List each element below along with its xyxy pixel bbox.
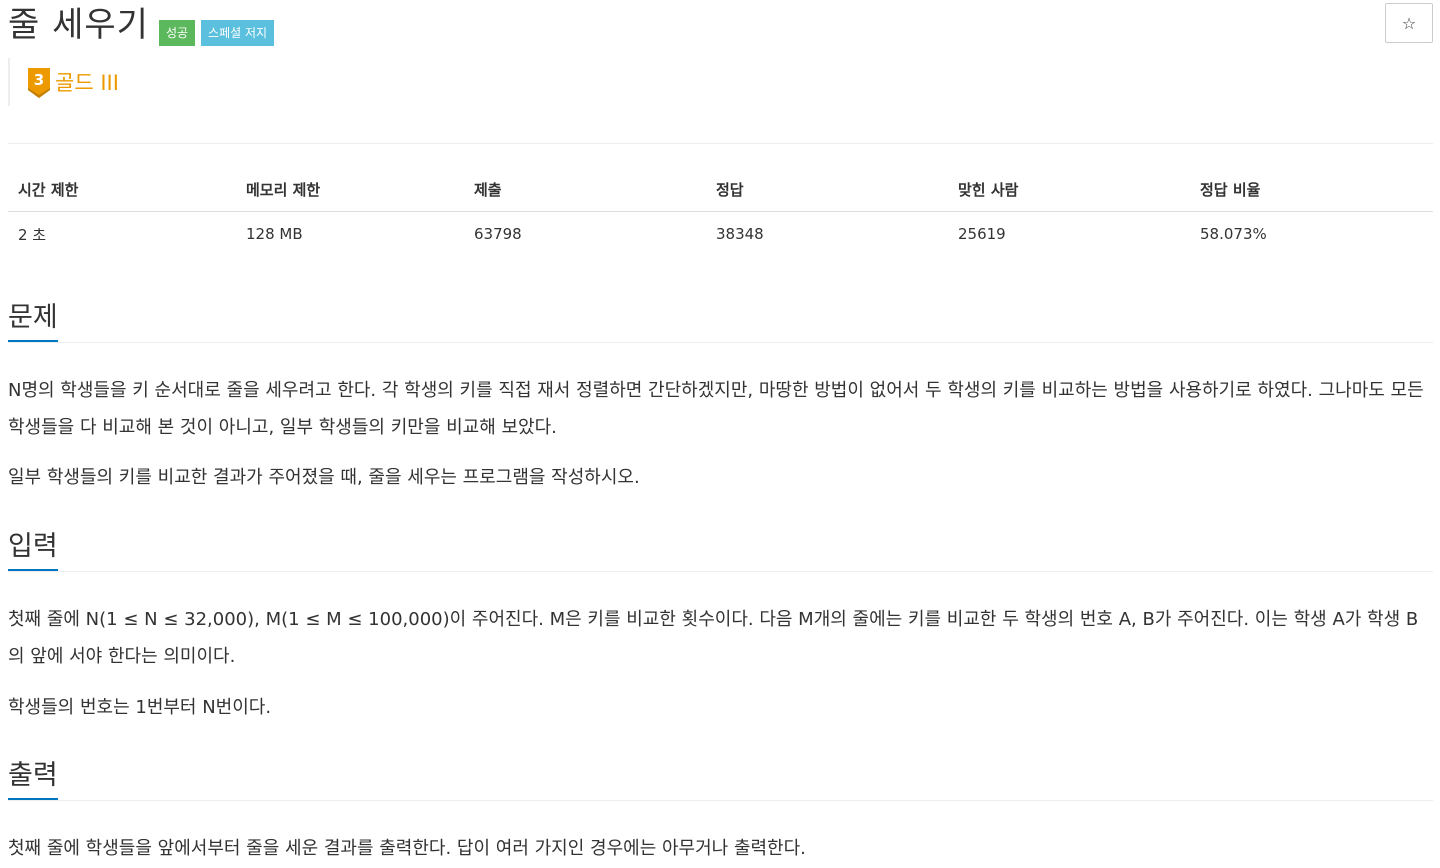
special-judge-badge: 스페셜 저지 [201, 20, 275, 46]
header-solved-users: 맞힌 사람 [948, 167, 1190, 212]
header-memory-limit: 메모리 제한 [236, 167, 464, 212]
problem-title-row: 줄 세우기 성공 스페셜 저지 [8, 0, 275, 50]
output-section-header: 출력 [8, 756, 1433, 801]
input-paragraph-1: 첫째 줄에 N(1 ≤ N ≤ 32,000), M(1 ≤ M ≤ 100,0… [8, 609, 1419, 667]
star-icon: ☆ [1401, 13, 1417, 33]
gold-tier-icon: 3 [28, 68, 50, 98]
output-heading: 출력 [8, 756, 58, 800]
divider [8, 143, 1433, 144]
input-section-header: 입력 [8, 527, 1433, 572]
value-solved-users: 25619 [958, 225, 1006, 243]
value-time-limit: 2 초 [18, 225, 47, 244]
output-paragraph-1: 첫째 줄에 학생들을 앞에서부터 줄을 세운 결과를 출력한다. 답이 여러 가… [8, 838, 806, 859]
description-paragraph-2: 일부 학생들의 키를 비교한 결과가 주어졌을 때, 줄을 세우는 프로그램을 … [8, 467, 640, 488]
header-accepted: 정답 [706, 167, 948, 212]
favorite-star-button[interactable]: ☆ [1385, 3, 1433, 43]
description-section-header: 문제 [8, 298, 1433, 343]
input-heading: 입력 [8, 527, 58, 571]
value-submissions: 63798 [474, 225, 522, 243]
value-accepted: 38348 [716, 225, 764, 243]
table-row: 2 초 128 MB 63798 38348 25619 58.073% [8, 212, 1433, 257]
description-heading: 문제 [8, 298, 58, 342]
tier-indicator: 3 골드 III [8, 58, 119, 106]
header-submissions: 제출 [464, 167, 706, 212]
value-memory-limit: 128 MB [246, 225, 303, 243]
header-time-limit: 시간 제한 [8, 167, 236, 212]
value-accept-ratio: 58.073% [1200, 225, 1267, 243]
description-paragraph-1: N명의 학생들을 키 순서대로 줄을 세우려고 한다. 각 학생의 키를 직접 … [8, 380, 1424, 438]
header-accept-ratio: 정답 비율 [1190, 167, 1433, 212]
tier-number: 3 [34, 71, 44, 89]
status-badge-success: 성공 [158, 20, 196, 46]
table-header-row: 시간 제한 메모리 제한 제출 정답 맞힌 사람 정답 비율 [8, 167, 1433, 212]
problem-info-table: 시간 제한 메모리 제한 제출 정답 맞힌 사람 정답 비율 2 초 128 M… [8, 167, 1433, 256]
tier-name: 골드 III [55, 71, 119, 95]
input-paragraph-2: 학생들의 번호는 1번부터 N번이다. [8, 697, 272, 718]
problem-title: 줄 세우기 [8, 5, 149, 45]
